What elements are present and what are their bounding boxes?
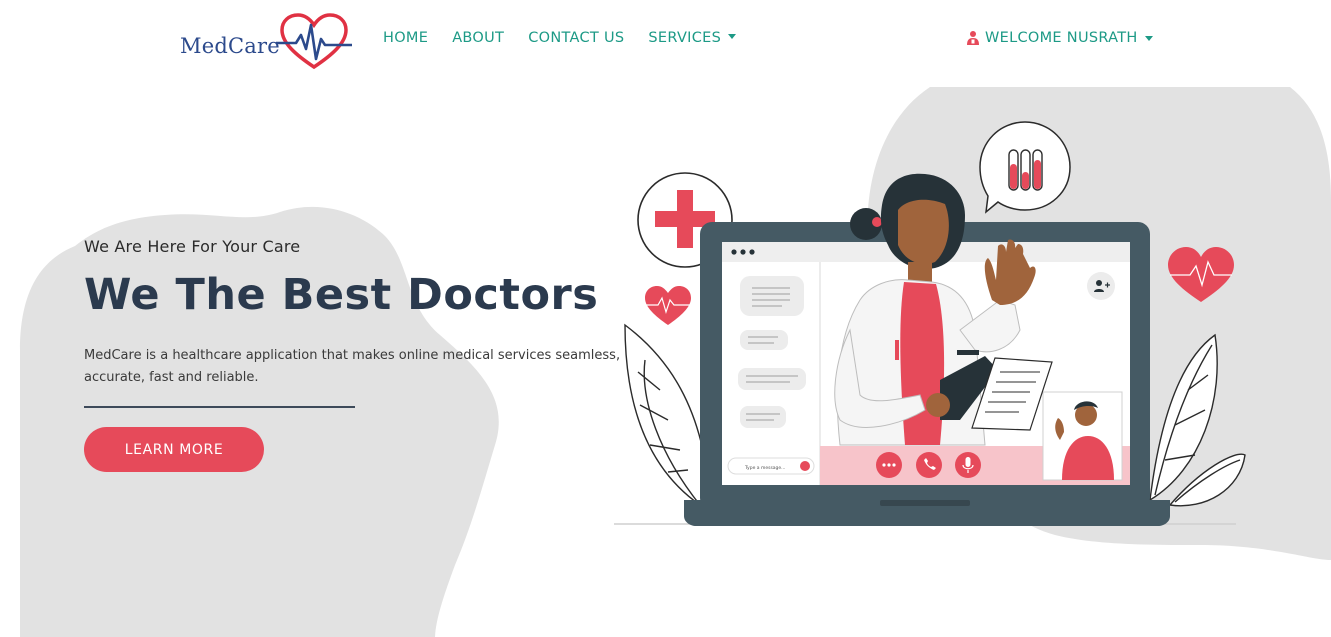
heart-icon (645, 286, 691, 325)
nav-services-dropdown[interactable]: SERVICES (648, 30, 737, 46)
heart-icon (1168, 247, 1234, 302)
phone-icon (916, 452, 942, 478)
caret-down-icon (728, 34, 737, 39)
user-menu-dropdown[interactable]: WELCOME NUSRATH (966, 30, 1153, 46)
brand-name: MedCare (180, 34, 280, 58)
hero-tagline: We Are Here For Your Care (84, 237, 301, 256)
hero-description: MedCare is a healthcare application that… (84, 348, 621, 385)
page: MedCare HOME ABOUT CONTACT US SERVICES W… (0, 0, 1331, 637)
user-greeting: WELCOME NUSRATH (985, 30, 1138, 46)
heart-pulse-icon (275, 13, 352, 70)
nav-about[interactable]: ABOUT (452, 30, 504, 46)
navbar: MedCare HOME ABOUT CONTACT US SERVICES W… (0, 0, 1331, 82)
nav-links: HOME ABOUT CONTACT US SERVICES (383, 30, 760, 46)
hero-divider (84, 406, 355, 408)
learn-more-button[interactable]: LEARN MORE (84, 427, 264, 472)
message-placeholder: Type a message... (744, 465, 785, 471)
brand-logo[interactable]: MedCare (180, 13, 356, 74)
leaf-right-icon (1149, 333, 1246, 507)
hero-headline: We The Best Doctors (84, 270, 599, 320)
nav-contact[interactable]: CONTACT US (528, 30, 624, 46)
add-user-icon (1087, 272, 1115, 300)
send-icon (800, 461, 810, 471)
leaf-left-icon (624, 323, 711, 506)
nav-home[interactable]: HOME (383, 30, 428, 46)
user-icon (967, 31, 979, 45)
telemedicine-illustration: Type a message... (614, 121, 1246, 526)
test-tubes-icon (979, 121, 1071, 214)
caret-down-icon (1144, 35, 1153, 41)
nav-services-label: SERVICES (648, 30, 722, 46)
